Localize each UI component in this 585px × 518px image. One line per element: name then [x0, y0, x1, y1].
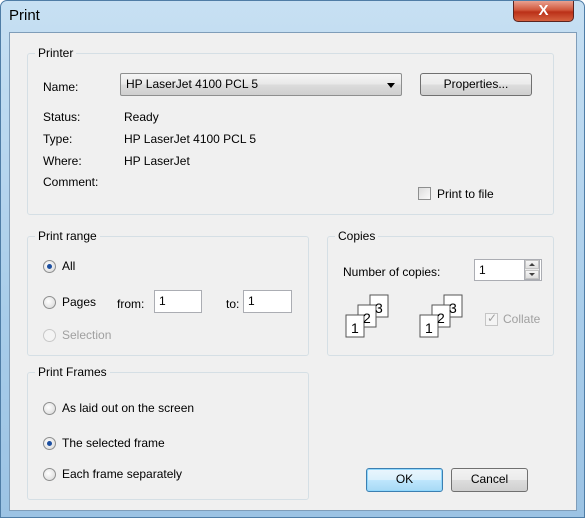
printer-where-value: HP LaserJet: [124, 154, 190, 168]
print-to-file-checkbox[interactable]: [418, 187, 431, 200]
printer-type-label: Type:: [43, 132, 73, 146]
number-of-copies-label: Number of copies:: [343, 265, 441, 279]
window-title: Print: [9, 7, 40, 24]
printer-group-label: Printer: [35, 46, 77, 60]
collate-page-2-b: 2: [437, 310, 445, 326]
frames-laid-out-label[interactable]: As laid out on the screen: [62, 401, 194, 415]
print-to-file-label[interactable]: Print to file: [437, 187, 494, 201]
close-icon: X: [538, 2, 549, 19]
collate-pages-icon: 1 2 3 1 2 3: [345, 294, 463, 338]
printer-comment-label: Comment:: [43, 175, 99, 189]
spin-up-icon[interactable]: [525, 260, 539, 269]
printer-where-label: Where:: [43, 154, 82, 168]
collate-page-3-b: 3: [449, 300, 457, 316]
print-range-selection-label[interactable]: Selection: [62, 328, 111, 342]
print-range-pages-label[interactable]: Pages: [62, 295, 96, 309]
print-range-selection-radio[interactable]: [43, 329, 56, 342]
collate-label[interactable]: Collate: [503, 312, 540, 326]
print-frames-group-label: Print Frames: [35, 365, 110, 379]
copies-group-label: Copies: [335, 229, 379, 243]
printer-status-label: Status:: [43, 110, 81, 124]
printer-type-value: HP LaserJet 4100 PCL 5: [124, 132, 257, 146]
frames-selected-label[interactable]: The selected frame: [62, 436, 165, 450]
print-range-all-radio[interactable]: [43, 260, 56, 273]
ok-button[interactable]: OK: [366, 468, 443, 492]
copies-group: Copies Number of copies: 1 1 2 3 1 2 3 ✓…: [327, 229, 554, 356]
print-range-pages-radio[interactable]: [43, 296, 56, 309]
dialog-client-area: Printer Name: HP LaserJet 4100 PCL 5 Pro…: [9, 32, 577, 511]
pages-to-input[interactable]: 1: [243, 290, 292, 313]
collate-checkbox[interactable]: ✓: [485, 311, 498, 326]
frames-selected-radio[interactable]: [43, 437, 56, 450]
print-frames-group: Print Frames As laid out on the screen T…: [27, 365, 309, 500]
copies-spinner[interactable]: [524, 259, 540, 280]
print-range-group-label: Print range: [35, 229, 100, 243]
cancel-button[interactable]: Cancel: [451, 468, 528, 492]
print-range-all-label[interactable]: All: [62, 259, 75, 273]
collate-page-2-a: 2: [363, 310, 371, 326]
chevron-down-icon: [387, 83, 395, 88]
pages-from-label: from:: [117, 297, 145, 311]
print-dialog-window: Print X Printer Name: HP LaserJet 4100 P…: [0, 0, 585, 518]
printer-name-combobox[interactable]: HP LaserJet 4100 PCL 5: [120, 73, 402, 96]
printer-group: Printer Name: HP LaserJet 4100 PCL 5 Pro…: [27, 46, 554, 215]
properties-button[interactable]: Properties...: [420, 73, 532, 96]
print-range-group: Print range All Pages from: 1 to: 1 Sele…: [27, 229, 309, 356]
title-bar[interactable]: Print X: [1, 1, 584, 31]
frames-laid-out-radio[interactable]: [43, 402, 56, 415]
collate-page-3-a: 3: [375, 300, 383, 316]
pages-from-input[interactable]: 1: [154, 290, 202, 313]
printer-name-label: Name:: [43, 80, 79, 94]
frames-each-separately-radio[interactable]: [43, 468, 56, 481]
printer-name-value: HP LaserJet 4100 PCL 5: [126, 77, 259, 91]
checkmark-icon: ✓: [487, 311, 498, 325]
frames-each-separately-label[interactable]: Each frame separately: [62, 467, 182, 481]
printer-status-value: Ready: [124, 110, 159, 124]
collate-page-1-b: 1: [425, 320, 433, 336]
close-button[interactable]: X: [513, 1, 574, 22]
collate-page-1-a: 1: [351, 320, 359, 336]
pages-to-label: to:: [226, 297, 240, 311]
spin-down-icon[interactable]: [525, 270, 539, 279]
